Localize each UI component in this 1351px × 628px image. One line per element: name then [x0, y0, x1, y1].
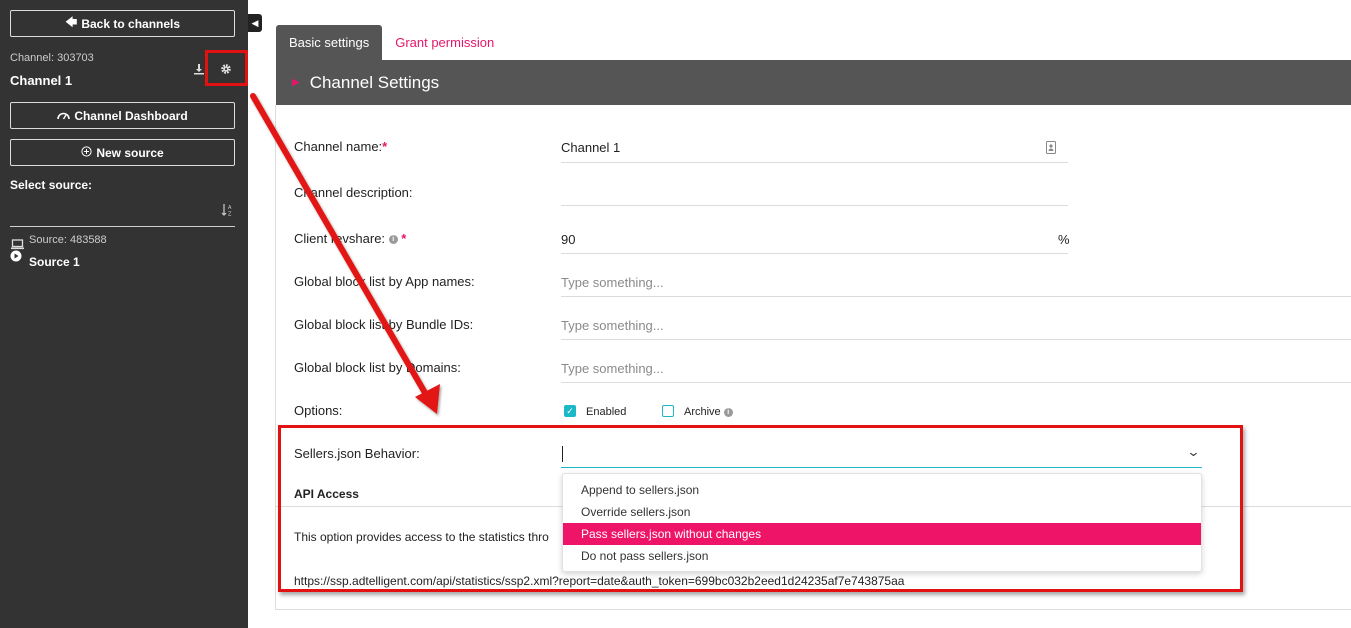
info-icon[interactable]: i [723, 407, 733, 417]
percent-unit: % [1058, 232, 1070, 247]
channel-id: Channel: 303703 [10, 52, 94, 64]
triangle-right-icon: ▶ [292, 77, 300, 88]
tab-grant-permission[interactable]: Grant permission [382, 25, 507, 60]
check-icon: ✓ [566, 405, 574, 416]
svg-text:A: A [228, 205, 232, 211]
channel-name-underline [561, 162, 1068, 163]
source-id: Source: 483588 [29, 234, 107, 246]
dashboard-icon [57, 109, 71, 123]
archive-label: Archive i [684, 406, 733, 418]
sort-icon[interactable]: AZ [220, 202, 236, 218]
client-revshare-input[interactable]: 90 [561, 232, 575, 247]
panel-title: Channel Settings [309, 72, 440, 92]
collapse-icon[interactable]: ◀ [248, 14, 262, 32]
annotation-gear-highlight [205, 50, 248, 86]
channel-description-input[interactable] [561, 205, 1068, 206]
block-domains-input[interactable]: Type something... [561, 361, 664, 376]
block-bundle-underline [561, 339, 1351, 340]
channel-name-label: Channel name:* [294, 139, 388, 154]
archive-checkbox[interactable] [662, 405, 674, 417]
block-app-underline [561, 296, 1351, 297]
block-domains-underline [561, 382, 1351, 383]
monitor-icon [10, 238, 24, 250]
channel-dashboard-button[interactable]: Channel Dashboard [10, 102, 235, 129]
channel-name-input[interactable]: Channel 1 [561, 140, 620, 155]
block-app-input[interactable]: Type something... [561, 275, 664, 290]
channel-description-label: Channel description: [294, 185, 413, 200]
contact-card-icon[interactable] [1046, 141, 1056, 154]
source-divider [10, 226, 235, 227]
client-revshare-label: Client revshare: i * [294, 231, 407, 246]
select-source-label: Select source: [10, 178, 93, 192]
enabled-checkbox[interactable]: ✓ [564, 405, 576, 417]
channel-dashboard-label: Channel Dashboard [74, 108, 188, 123]
back-to-channels-button[interactable]: 🡄 Back to channels [10, 10, 235, 37]
source-name[interactable]: Source 1 [29, 255, 80, 269]
arrow-left-icon: 🡄 [64, 15, 78, 29]
client-revshare-underline [561, 253, 1068, 254]
svg-text:Z: Z [228, 212, 232, 218]
annotation-sellers-highlight [278, 425, 1243, 592]
block-app-label: Global block list by App names: [294, 274, 475, 289]
sidebar: 🡄 Back to channels Channel: 303703 Chann… [0, 0, 248, 628]
info-icon[interactable]: i [388, 235, 398, 245]
new-source-label: New source [96, 145, 164, 160]
block-bundle-input[interactable]: Type something... [561, 318, 664, 333]
new-source-button[interactable]: New source [10, 139, 235, 166]
panel-header[interactable]: ▶ Channel Settings [276, 60, 1351, 105]
block-domains-label: Global block list by Domains: [294, 360, 461, 375]
plus-circle-icon [81, 145, 92, 160]
block-bundle-label: Global block list by Bundle IDs: [294, 317, 474, 332]
options-label: Options: [294, 403, 343, 418]
enabled-label: Enabled [586, 406, 627, 418]
back-to-channels-label: Back to channels [81, 16, 181, 31]
channel-name: Channel 1 [10, 73, 73, 88]
play-icon[interactable] [10, 250, 22, 262]
tab-basic-settings[interactable]: Basic settings [276, 25, 383, 60]
tabs: Basic settings Grant permission [276, 25, 507, 60]
